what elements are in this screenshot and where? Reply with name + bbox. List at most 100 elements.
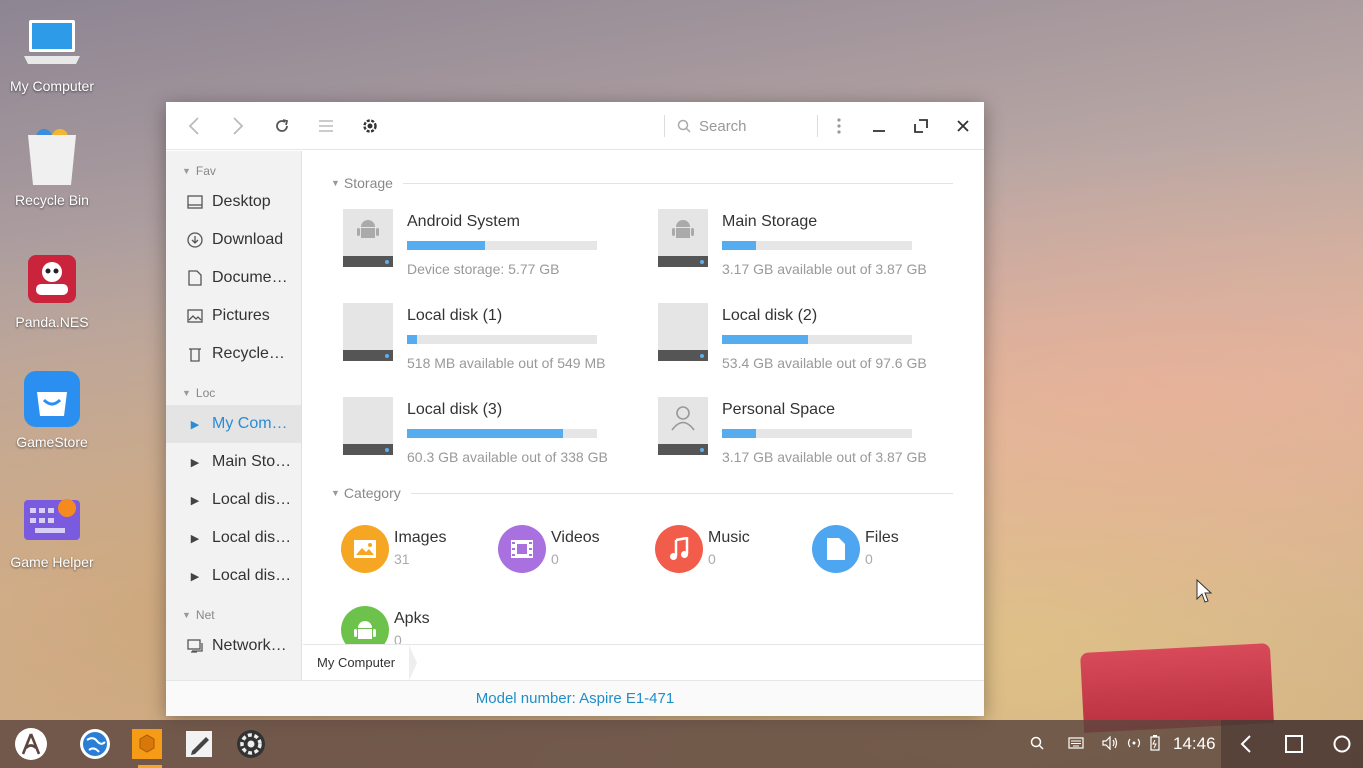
category-count: 0 [708,551,716,567]
category-music[interactable]: Music 0 [617,525,767,575]
more-options-button[interactable] [830,102,848,150]
start-menu-button[interactable] [14,727,48,761]
close-button[interactable] [942,102,984,150]
file-icon [812,525,860,573]
desktop-icon-label: GameStore [16,434,88,450]
sidebar-item-local-disk-3[interactable]: ▶ Local dis… [166,557,301,595]
android-icon [341,606,389,644]
clock[interactable]: 14:46 [1173,720,1216,768]
drive-item[interactable]: Personal Space 3.17 GB available out of 3… [618,389,927,465]
drive-info: 3.17 GB available out of 3.87 GB [722,261,927,277]
category-images[interactable]: Images 31 [303,525,453,575]
drive-item[interactable]: Local disk (3) 60.3 GB available out of 3… [303,389,608,465]
folder-icon [132,729,162,759]
drive-usage-bar [407,241,597,250]
sidebar-item-my-computer[interactable]: ▶ My Com… [166,405,301,443]
breadcrumb-item[interactable]: My Computer [303,644,418,681]
desktop-icon-recycle-bin[interactable]: Recycle Bin [0,128,104,208]
sidebar-item-desktop[interactable]: Desktop [166,183,301,221]
sidebar-item-main-storage[interactable]: ▶ Main Sto… [166,443,301,481]
desktop-icon-label: Game Helper [10,554,94,570]
music-icon [655,525,703,573]
maximize-button[interactable] [900,102,942,150]
refresh-icon [276,118,289,132]
close-icon [957,120,969,132]
category-apks[interactable]: Apks 0 [303,606,453,644]
more-vertical-icon [837,118,841,134]
sidebar-item-network[interactable]: Network… [166,627,301,665]
tray-volume-button[interactable] [1102,735,1118,753]
circle-icon [1333,735,1351,753]
system-tray [1030,720,1160,768]
keyboard-icon [1068,736,1084,749]
network-signal-icon [1127,738,1141,747]
tray-battery-indicator[interactable] [1150,734,1160,754]
nav-back-button[interactable] [1231,729,1261,759]
search-input[interactable] [699,117,809,135]
refresh-button[interactable] [260,102,304,150]
collapse-triangle-icon: ▼ [182,388,191,398]
minimize-button[interactable] [858,102,900,150]
collapse-triangle-icon: ▼ [182,166,191,176]
navigation-bar [1221,720,1363,768]
forward-button[interactable] [216,102,260,150]
sidebar-item-local-disk-1[interactable]: ▶ Local dis… [166,481,301,519]
desktop-icon-game-helper[interactable]: Game Helper [0,490,104,570]
category-files[interactable]: Files 0 [774,525,924,575]
taskbar-browser[interactable] [78,727,112,761]
list-icon [319,119,333,132]
panda-gamepad-icon [23,250,81,308]
drive-item[interactable]: Local disk (2) 53.4 GB available out of 9… [618,295,927,371]
nav-recents-button[interactable] [1279,729,1309,759]
trash-icon [186,345,204,363]
document-icon [186,269,204,287]
view-list-button[interactable] [304,102,348,150]
category-videos[interactable]: Videos 0 [460,525,610,575]
shopping-bag-icon [23,370,81,428]
taskbar-settings[interactable] [234,727,268,761]
nav-home-button[interactable] [1327,729,1357,759]
minimize-icon [873,130,885,132]
search-box[interactable] [664,115,812,137]
sidebar-group-net[interactable]: ▼ Net [166,603,301,627]
category-name: Files [865,529,899,546]
sidebar-item-local-disk-2[interactable]: ▶ Local dis… [166,519,301,557]
category-section-header[interactable]: ▼ Category [331,485,953,501]
sidebar-item-documents[interactable]: Docume… [166,259,301,297]
settings-button[interactable] [348,102,392,150]
taskbar-editor[interactable] [182,727,216,761]
back-button[interactable] [172,102,216,150]
drive-name: Local disk (2) [722,307,818,324]
desktop-icon-gamestore[interactable]: GameStore [0,370,104,450]
start-logo-icon [15,728,47,760]
drive-item[interactable]: Local disk (1) 518 MB available out of 54… [303,295,605,371]
drive-item[interactable]: Main Storage 3.17 GB available out of 3.8… [618,201,927,277]
maximize-icon [914,119,928,133]
desktop-icon-panda-nes[interactable]: Panda.NES [0,250,104,330]
expand-arrow-icon: ▶ [190,532,200,545]
storage-section-header[interactable]: ▼ Storage [331,175,953,191]
sidebar-item-pictures[interactable]: Pictures [166,297,301,335]
category-count: 0 [551,551,559,567]
drive-usage-bar [722,335,912,344]
desktop-icon-my-computer[interactable]: My Computer [0,14,104,94]
tray-network-button[interactable] [1126,737,1142,752]
square-icon [1285,735,1303,753]
main-content: ▼ Storage Android System Device storage: … [303,151,984,644]
collapse-triangle-icon: ▼ [331,178,340,188]
globe-icon [80,729,110,759]
sidebar-item-download[interactable]: Download [166,221,301,259]
tray-keyboard-button[interactable] [1068,736,1084,752]
settings-gear-icon [237,730,265,758]
category-count: 31 [394,551,410,567]
drive-item[interactable]: Android System Device storage: 5.77 GB [303,201,603,277]
drive-name: Android System [407,213,520,230]
tray-search-button[interactable] [1030,736,1044,753]
category-name: Images [394,529,447,546]
sidebar-group-fav[interactable]: ▼ Fav [166,159,301,183]
image-icon [341,525,389,573]
sidebar-group-loc[interactable]: ▼ Loc [166,381,301,405]
pictures-icon [186,307,204,325]
taskbar-file-manager[interactable] [130,727,164,761]
sidebar-item-recycle[interactable]: Recycle… [166,335,301,373]
